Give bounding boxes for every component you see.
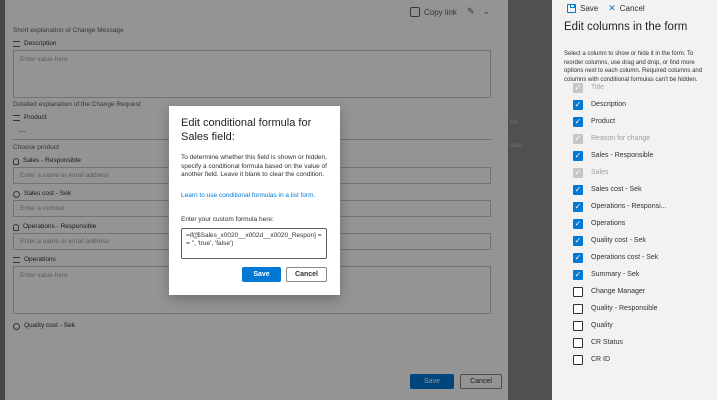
panel-title: Edit columns in the form [564, 21, 688, 33]
column-checkbox[interactable]: ✓ [573, 218, 583, 229]
column-checkbox[interactable]: ✓ [573, 252, 583, 263]
column-item[interactable]: ✓ Summary - Sek [573, 266, 666, 283]
column-checkbox: ✓ [573, 133, 583, 144]
checkmark-icon: ✓ [574, 82, 582, 92]
column-label: CR ID [591, 356, 611, 363]
column-label: Sales - Responsible [591, 152, 654, 159]
column-checkbox[interactable] [573, 337, 583, 348]
checkmark-icon: ✓ [574, 150, 582, 160]
column-checkbox[interactable]: ✓ [573, 269, 583, 280]
column-checkbox[interactable]: ✓ [573, 116, 583, 127]
dialog-title: Edit conditional formula for Sales field… [181, 117, 312, 143]
column-label: Operations cost - Sek [591, 254, 659, 261]
edit-columns-panel: Save ✕ Cancel Edit columns in the form S… [552, 0, 717, 400]
save-icon [567, 3, 576, 13]
column-label: Title [591, 84, 604, 91]
column-item[interactable]: Quality - Responsible [573, 300, 666, 317]
column-checkbox[interactable] [573, 354, 583, 365]
formula-input[interactable]: =if([$Sales_x0020__x002d__x0020_Respon] … [181, 228, 327, 259]
column-item[interactable]: ✓ Quality cost - Sek [573, 232, 666, 249]
column-checkbox: ✓ [573, 167, 583, 178]
checkmark-icon: ✓ [574, 167, 582, 177]
dialog-description: To determine whether this field is shown… [181, 154, 327, 178]
column-item[interactable]: ✓ Sales [573, 164, 666, 181]
checkmark-icon: ✓ [574, 133, 582, 143]
column-checkbox[interactable]: ✓ [573, 201, 583, 212]
checkmark-icon: ✓ [574, 218, 582, 228]
checkmark-icon: ✓ [574, 116, 582, 126]
checkmark-icon: ✓ [574, 252, 582, 262]
conditional-formula-dialog: Edit conditional formula for Sales field… [169, 106, 340, 295]
column-item[interactable]: Change Manager [573, 283, 666, 300]
column-checkbox[interactable]: ✓ [573, 235, 583, 246]
checkmark-icon: ✓ [574, 269, 582, 279]
column-checkbox[interactable] [573, 320, 583, 331]
column-checkbox: ✓ [573, 82, 583, 93]
column-item[interactable]: ✓ Operations - Responsi... [573, 198, 666, 215]
panel-cancel-button[interactable]: ✕ Cancel [608, 2, 644, 13]
column-label: Quality [591, 322, 613, 329]
column-label: Product [591, 118, 616, 125]
column-label: Summary - Sek [591, 271, 640, 278]
column-checkbox[interactable] [573, 303, 583, 314]
panel-toolbar: Save ✕ Cancel [552, 0, 717, 16]
column-label: Operations [591, 220, 626, 227]
column-label: Reason for change [591, 135, 651, 142]
learn-formulas-link[interactable]: Learn to use conditional formulas in a l… [181, 192, 331, 201]
column-checkbox[interactable]: ✓ [573, 184, 583, 195]
column-item[interactable]: ✓ Title [573, 79, 666, 96]
column-item[interactable]: ✓ Reason for change [573, 130, 666, 147]
column-item[interactable]: ✓ Product [573, 113, 666, 130]
column-list: ✓ Title ✓ Description ✓ Product ✓ Reason for ch… [573, 79, 666, 368]
panel-save-button[interactable]: Save [567, 3, 598, 13]
column-label: Description [591, 101, 627, 108]
column-item[interactable]: ✓ Operations cost - Sek [573, 249, 666, 266]
column-label: Quality - Responsible [591, 305, 658, 312]
column-item[interactable]: ✓ Description [573, 96, 666, 113]
column-label: CR Status [591, 339, 623, 346]
column-item[interactable]: CR ID [573, 351, 666, 368]
column-item[interactable]: Quality [573, 317, 666, 334]
close-icon: ✕ [608, 2, 616, 13]
column-label: Sales cost - Sek [591, 186, 642, 193]
column-item[interactable]: ✓ Operations [573, 215, 666, 232]
formula-input-label: Enter your custom formula here: [181, 216, 274, 223]
column-label: Sales [591, 169, 609, 176]
checkmark-icon: ✓ [574, 235, 582, 245]
column-checkbox[interactable] [573, 286, 583, 297]
checkmark-icon: ✓ [574, 201, 582, 211]
column-label: Quality cost - Sek [591, 237, 646, 244]
checkmark-icon: ✓ [574, 184, 582, 194]
column-checkbox[interactable]: ✓ [573, 99, 583, 110]
checkmark-icon: ✓ [574, 99, 582, 109]
column-checkbox[interactable]: ✓ [573, 150, 583, 161]
column-label: Operations - Responsi... [591, 203, 667, 210]
column-label: Change Manager [591, 288, 646, 295]
dialog-save-button[interactable]: Save [242, 267, 281, 282]
column-item[interactable]: ✓ Sales cost - Sek [573, 181, 666, 198]
column-item[interactable]: CR Status [573, 334, 666, 351]
column-item[interactable]: ✓ Sales - Responsible [573, 147, 666, 164]
dialog-cancel-button[interactable]: Cancel [286, 267, 327, 282]
